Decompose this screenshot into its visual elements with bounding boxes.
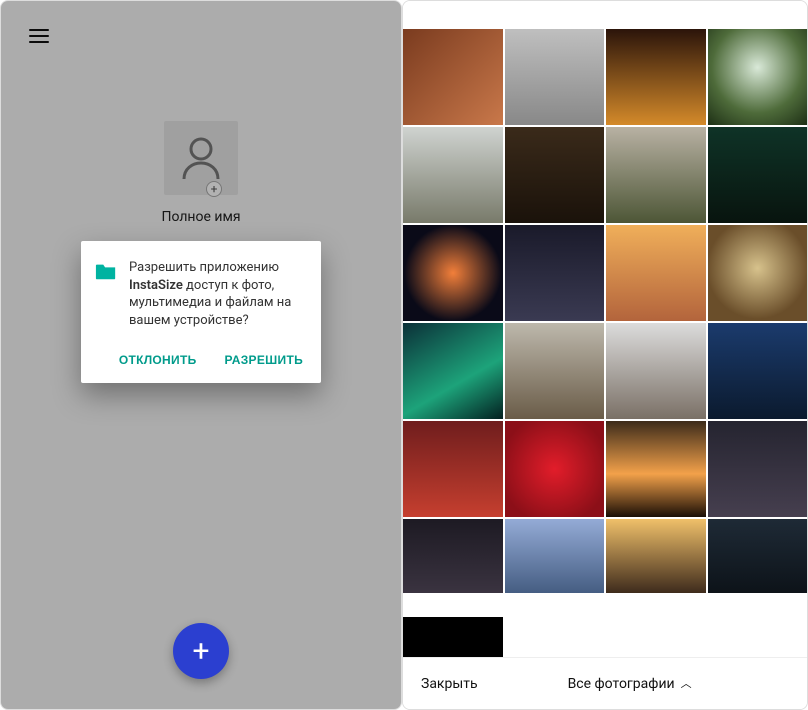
photo-thumb[interactable] — [708, 519, 808, 593]
photo-thumb[interactable] — [403, 225, 503, 321]
photo-thumb[interactable] — [606, 519, 706, 593]
photo-thumb[interactable] — [505, 29, 605, 125]
close-button[interactable]: Закрыть — [421, 676, 478, 692]
photo-thumb[interactable] — [505, 127, 605, 223]
photo-thumb[interactable] — [505, 225, 605, 321]
photo-thumb[interactable] — [606, 29, 706, 125]
fab-add-button[interactable]: + — [173, 623, 229, 679]
photo-thumb[interactable] — [403, 29, 503, 125]
gallery-picker-screen: Закрыть Все фотографии ︿ — [402, 0, 808, 710]
deny-button[interactable]: ОТКЛОНИТЬ — [115, 347, 201, 373]
chevron-up-icon: ︿ — [681, 675, 692, 691]
folder-icon — [95, 261, 117, 281]
photo-thumb[interactable] — [505, 323, 605, 419]
photo-thumb[interactable] — [606, 421, 706, 517]
photo-thumb[interactable] — [403, 127, 503, 223]
allow-button[interactable]: РАЗРЕШИТЬ — [221, 347, 307, 373]
photo-thumb[interactable] — [505, 421, 605, 517]
photo-thumb[interactable] — [606, 225, 706, 321]
photo-thumb[interactable] — [708, 29, 808, 125]
photo-thumb[interactable] — [403, 323, 503, 419]
dialog-message: Разрешить приложению InstaSize доступ к … — [129, 259, 307, 329]
album-label: Все фотографии — [568, 676, 675, 692]
photo-thumb[interactable] — [708, 421, 808, 517]
dialog-text-before: Разрешить приложению — [129, 260, 279, 275]
photo-thumb[interactable] — [606, 323, 706, 419]
photo-thumb[interactable] — [708, 225, 808, 321]
photo-thumb[interactable] — [403, 519, 503, 593]
photo-thumb[interactable] — [403, 421, 503, 517]
app-profile-screen: + Полное имя Пробная Версия На 7 Дней Ра… — [0, 0, 402, 710]
photo-thumb[interactable] — [606, 127, 706, 223]
photo-thumb[interactable] — [708, 127, 808, 223]
permission-dialog: Разрешить приложению InstaSize доступ к … — [81, 241, 321, 383]
photo-thumb[interactable] — [505, 519, 605, 593]
gallery-bottom-bar: Закрыть Все фотографии ︿ — [403, 657, 807, 709]
dialog-app-name: InstaSize — [129, 278, 183, 293]
album-picker[interactable]: Все фотографии ︿ — [568, 676, 692, 692]
photo-grid — [403, 1, 807, 615]
photo-thumb[interactable] — [708, 323, 808, 419]
